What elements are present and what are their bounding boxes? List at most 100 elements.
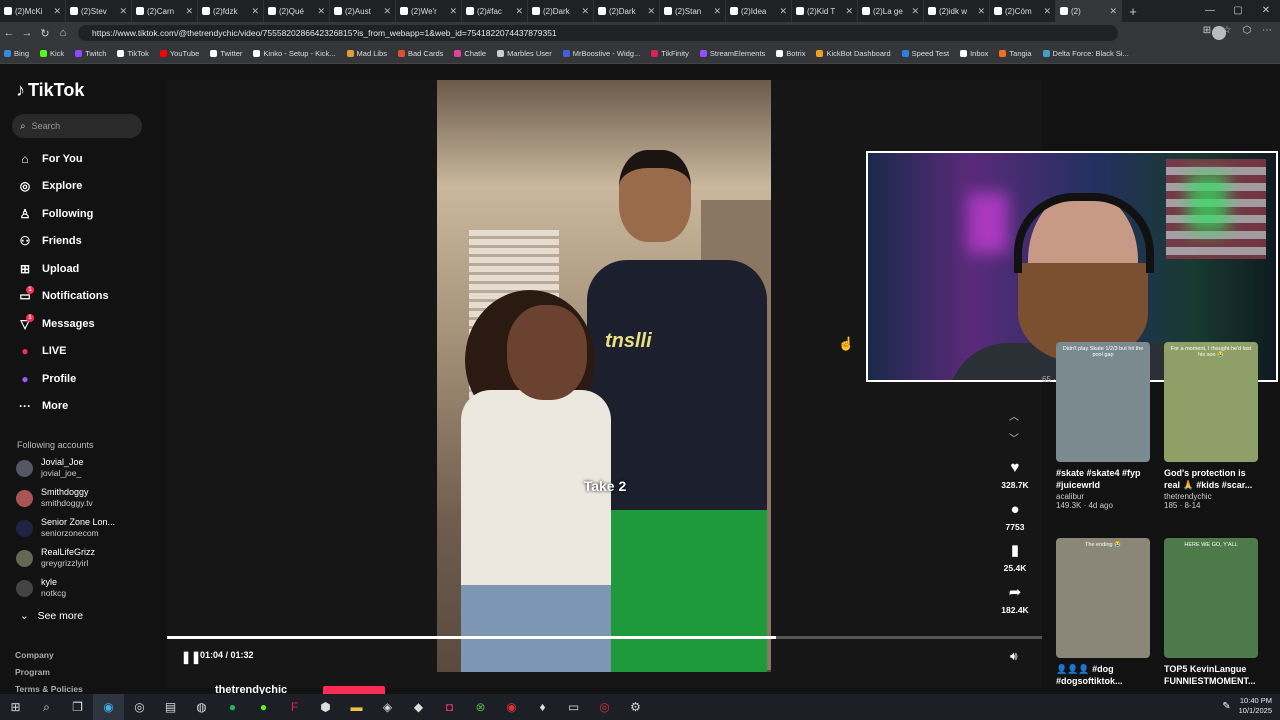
windows-start-icon[interactable]: ⊞ [0, 694, 31, 720]
browser-tab[interactable]: (2)Cóm ✕ [990, 0, 1056, 22]
video-thumbnail[interactable]: For a moment, I thought he'd lost his so… [1164, 342, 1258, 462]
browser-tab[interactable]: (2)Carn ✕ [132, 0, 198, 22]
tikfinity-app-icon[interactable]: F [279, 694, 310, 720]
following-account[interactable]: kyle notkcg [16, 577, 66, 599]
clock[interactable]: 10:40 PM 10/1/2025 [1239, 696, 1272, 716]
bookmark-item[interactable]: Twitch [75, 49, 106, 58]
app-icon-1[interactable]: ▤ [155, 694, 186, 720]
close-tab-icon[interactable]: ✕ [845, 6, 853, 17]
minimize-icon[interactable]: — [1196, 0, 1224, 22]
sidebar-item-live[interactable]: ● LIVE [16, 344, 66, 358]
close-tab-icon[interactable]: ✕ [977, 6, 985, 17]
bookmark-item[interactable]: Kinko - Setup - Kick... [253, 49, 336, 58]
sidebar-item-for-you[interactable]: ⌂ For You [16, 152, 82, 166]
author-name[interactable]: thetrendychic [215, 684, 287, 694]
browser-tab[interactable]: (2)McKi ✕ [0, 0, 66, 22]
browser-tab[interactable]: (2)Stev ✕ [66, 0, 132, 22]
app-icon-3[interactable]: ⬢ [310, 694, 341, 720]
following-account[interactable]: Jovial_Joe jovial_joe_ [16, 457, 84, 479]
chevron-down-nav-icon[interactable]: ﹀ [1009, 430, 1019, 445]
sidebar-item-following[interactable]: ♙ Following [16, 207, 94, 221]
instagram-icon[interactable]: ◘ [434, 694, 465, 720]
progress-bar[interactable] [167, 636, 1042, 639]
app-icon-5[interactable]: ◆ [403, 694, 434, 720]
video-thumbnail[interactable]: Didn't play Skate 1/2/3 but hit the pool… [1056, 342, 1150, 462]
close-tab-icon[interactable]: ✕ [779, 6, 787, 17]
following-account[interactable]: RealLifeGrizz greygrizzlyirl [16, 547, 95, 569]
bookmark-item[interactable]: Bing [4, 49, 29, 58]
xbox-icon[interactable]: ⊗ [465, 694, 496, 720]
browser-tab[interactable]: (2)#fac ✕ [462, 0, 528, 22]
close-tab-icon[interactable]: ✕ [185, 6, 193, 17]
bookmark-item[interactable]: MrBoostive - Widg... [562, 49, 640, 58]
heart-action[interactable]: ♥ 328.7K [997, 460, 1033, 491]
tray-pen-icon[interactable]: ✎ [1222, 701, 1230, 712]
footer-link[interactable]: Company [15, 650, 54, 660]
close-tab-icon[interactable]: ✕ [911, 6, 919, 17]
bookmark-item[interactable]: Kick [40, 49, 64, 58]
bookmark-item[interactable]: TikFinity [651, 49, 689, 58]
bookmark-item[interactable]: Speed Test [901, 49, 949, 58]
chevron-up-icon[interactable]: ︿ [1009, 408, 1019, 423]
sidebar-item-profile[interactable]: ● Profile [16, 372, 76, 386]
bookmark-item[interactable]: Botrix [776, 49, 805, 58]
sidebar-item-friends[interactable]: ⚇ Friends [16, 234, 82, 248]
browser-profile-avatar[interactable] [1212, 26, 1226, 40]
edge-icon[interactable]: ◉ [93, 694, 124, 720]
comment-action[interactable]: ● 7753 [997, 502, 1033, 533]
browser-tab[interactable]: (2)Aust ✕ [330, 0, 396, 22]
bookmark-item[interactable]: Marbles User [497, 49, 552, 58]
bookmark-item[interactable]: StreamElements [699, 49, 765, 58]
bookmark-item[interactable]: Bad Cards [397, 49, 443, 58]
close-tab-icon[interactable]: ✕ [53, 6, 61, 17]
following-account[interactable]: Senior Zone Lon... seniorzonecom [16, 517, 115, 539]
browser-tab[interactable]: (2)Qué ✕ [264, 0, 330, 22]
app-icon-9[interactable]: ◎ [589, 694, 620, 720]
obs-icon[interactable]: ◎ [124, 694, 155, 720]
close-tab-icon[interactable]: ✕ [713, 6, 721, 17]
close-tab-icon[interactable]: ✕ [383, 6, 391, 17]
close-tab-icon[interactable]: ✕ [647, 6, 655, 17]
footer-link[interactable]: Terms & Policies [15, 684, 83, 694]
forward-icon[interactable]: → [18, 27, 36, 39]
bookmark-item[interactable]: Inbox [960, 49, 988, 58]
browser-tab[interactable]: (2)Dark ✕ [594, 0, 660, 22]
app-icon-4[interactable]: ◈ [372, 694, 403, 720]
task-view-icon[interactable]: ❐ [62, 694, 93, 720]
close-tab-icon[interactable]: ✕ [449, 6, 457, 17]
follow-button[interactable] [323, 686, 385, 694]
browser-tab[interactable]: (2)We'r ✕ [396, 0, 462, 22]
close-tab-icon[interactable]: ✕ [1043, 6, 1051, 17]
browser-tab[interactable]: (2)La ge ✕ [858, 0, 924, 22]
close-tab-icon[interactable]: ✕ [251, 6, 259, 17]
close-tab-icon[interactable]: ✕ [1109, 6, 1117, 17]
video-thumbnail[interactable]: The ending 😭 [1056, 538, 1150, 658]
close-window-icon[interactable]: ✕ [1252, 0, 1280, 22]
home-browser-icon[interactable]: ⌂ [54, 27, 72, 39]
bookmark-item[interactable]: Twitter [210, 49, 242, 58]
file-explorer-icon[interactable]: ▬ [341, 694, 372, 720]
maximize-icon[interactable]: ▢ [1224, 0, 1252, 22]
browser-tab[interactable]: (2)Dark ✕ [528, 0, 594, 22]
bookmark-action[interactable]: ▮ 25.4K [997, 543, 1033, 574]
bookmark-item[interactable]: YouTube [159, 49, 199, 58]
bookmark-item[interactable]: Chatle [454, 49, 486, 58]
taskbar-search-icon[interactable]: ⌕ [31, 694, 62, 720]
video-author[interactable]: thetrendychic [1164, 492, 1260, 501]
url-field[interactable]: https://www.tiktok.com/@thetrendychic/vi… [78, 25, 1118, 41]
close-tab-icon[interactable]: ✕ [581, 6, 589, 17]
app-icon-2[interactable]: ◍ [186, 694, 217, 720]
new-tab-button[interactable]: + [1122, 4, 1144, 19]
xbox-app-icon[interactable]: ● [248, 694, 279, 720]
video-author[interactable]: acalibur [1056, 492, 1152, 501]
reload-icon[interactable]: ↻ [36, 27, 54, 40]
recommended-video[interactable]: Didn't play Skate 1/2/3 but hit the pool… [1056, 342, 1152, 510]
browser-tab[interactable]: (2) ✕ [1056, 0, 1122, 22]
sidebar-item-messages[interactable]: ▽ 1 Messages [16, 314, 95, 331]
browser-tab[interactable]: (2)Stan ✕ [660, 0, 726, 22]
pause-icon[interactable]: ❚❚ [181, 650, 201, 664]
search-input[interactable]: ⌕ Search [12, 114, 142, 138]
menu-icon[interactable]: ⋯ [1260, 25, 1274, 39]
bookmark-item[interactable]: Mad Libs [346, 49, 387, 58]
browser-tab[interactable]: (2)Idea ✕ [726, 0, 792, 22]
